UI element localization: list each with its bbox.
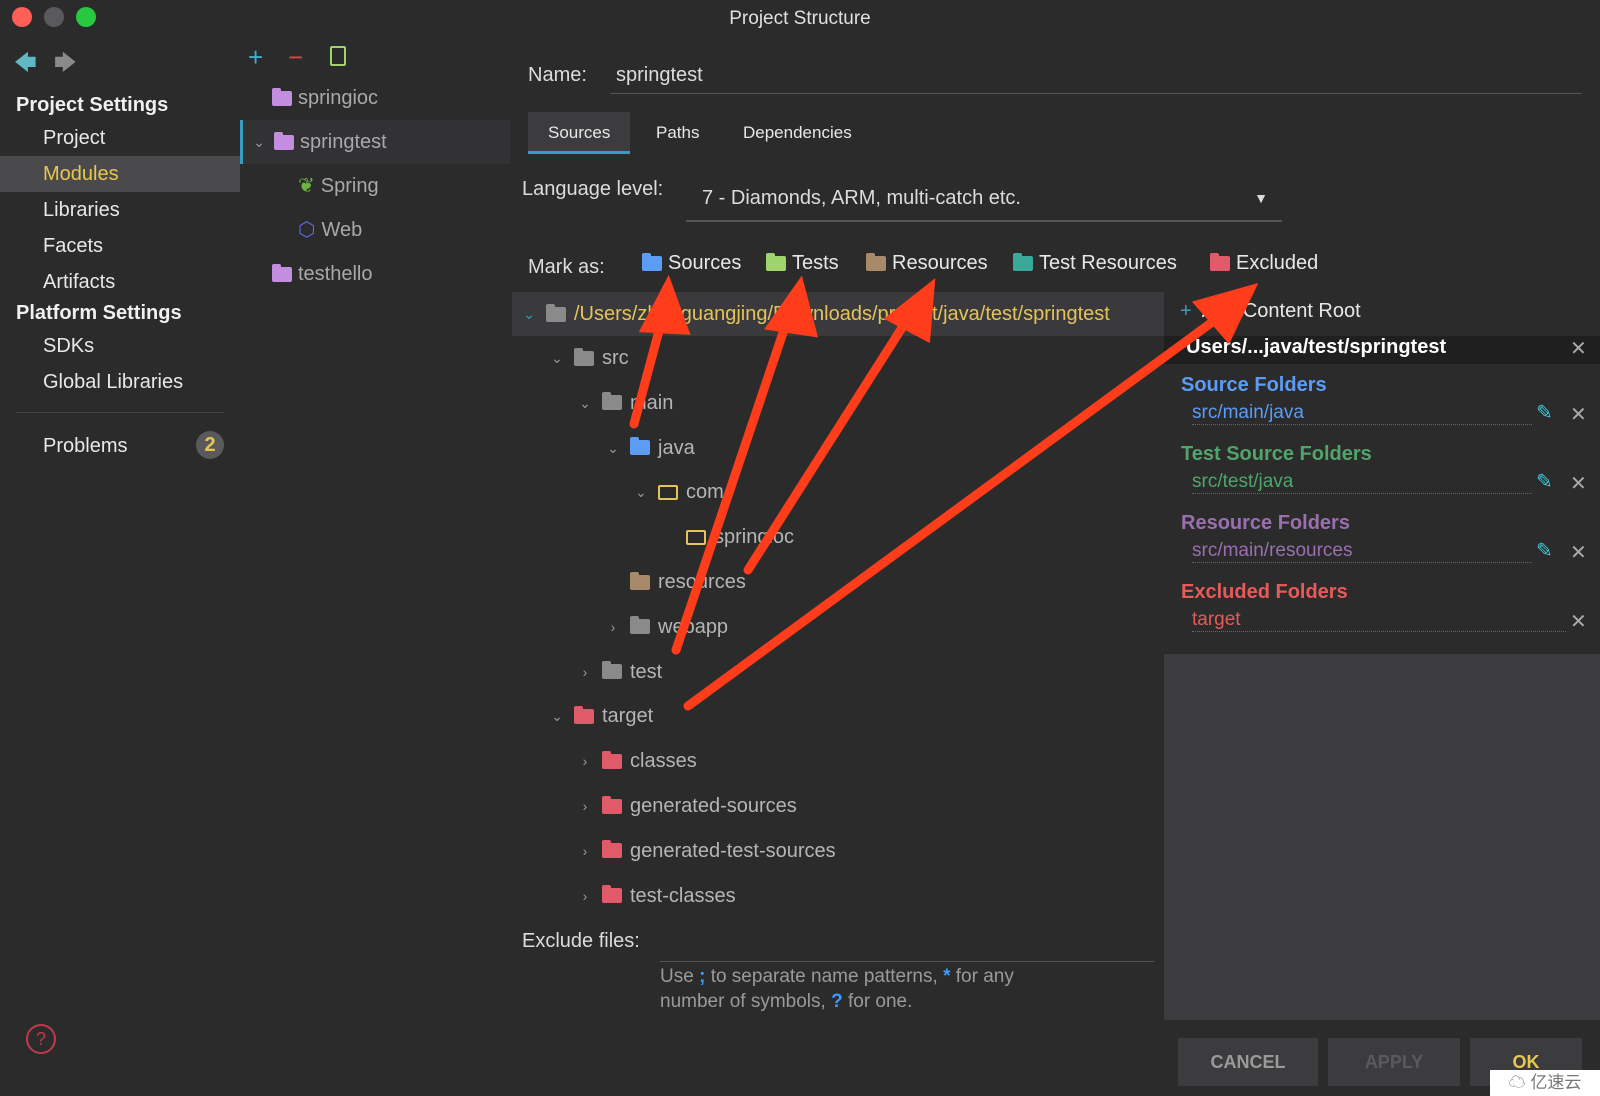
arrowhead [764,275,819,338]
annotation-arrows [629,274,1259,711]
arrow-to-tests [671,307,795,655]
arrowhead [638,274,691,335]
